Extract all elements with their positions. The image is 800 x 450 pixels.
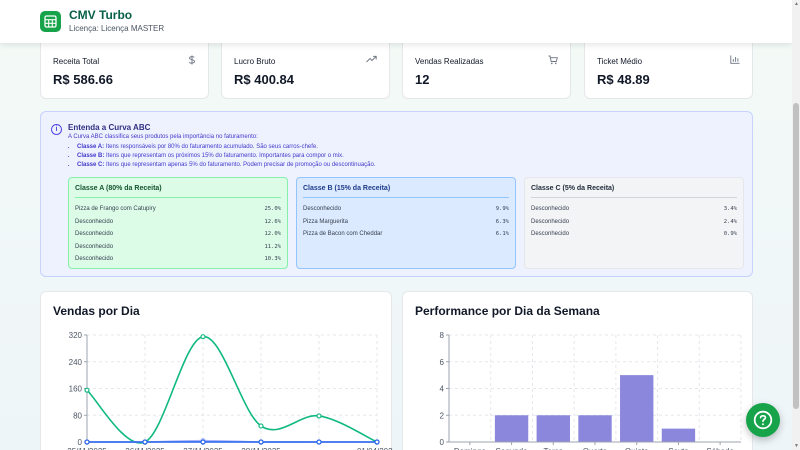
abc-info-box: i Entenda a Curva ABC A Curva ABC classi… xyxy=(40,111,753,277)
scroll-down-arrow[interactable]: ▼ xyxy=(794,443,799,449)
class-row: Desconhecido 11.2% xyxy=(75,243,281,250)
class-row: Desconhecido 12.0% xyxy=(75,231,281,237)
data-point xyxy=(258,439,264,445)
class-row: Desconhecido 2.4% xyxy=(531,218,737,225)
stat-card-receita: Receita Total R$ 586.66 xyxy=(40,36,209,99)
stat-value: 12 xyxy=(415,72,430,87)
bar-quarta xyxy=(578,415,612,442)
data-point xyxy=(374,439,380,445)
y-tick-label: 160 xyxy=(69,385,83,394)
stat-label: Vendas Realizadas xyxy=(415,57,484,66)
data-point xyxy=(200,334,206,340)
bar-sexta xyxy=(661,428,696,442)
dollar-icon xyxy=(188,55,196,67)
stat-label: Lucro Bruto xyxy=(234,57,276,66)
divider xyxy=(531,197,737,198)
abc-bullet: Classe A: Itens responsáveis por 80% do … xyxy=(77,143,376,152)
license-label: Licença: Licença MASTER xyxy=(69,24,165,33)
abc-description: A Curva ABC classifica seus produtos pel… xyxy=(68,134,258,140)
stat-card-ticket: Ticket Médio R$ 48.89 xyxy=(584,36,753,99)
divider xyxy=(303,197,509,198)
class-row: Desconhecido 10.3% xyxy=(75,256,281,262)
chart-card-vendas-dia: Vendas por Dia 08016024032025/11/202526/… xyxy=(40,291,393,450)
app-name: CMV Turbo xyxy=(69,8,133,22)
data-point xyxy=(84,439,90,445)
app-header: CMV Turbo Licença: Licença MASTER xyxy=(0,0,792,43)
spreadsheet-icon xyxy=(40,11,61,32)
help-icon xyxy=(753,410,773,430)
bar-chart: 02468DomingoSegundaTerçaQuartaQuintaSext… xyxy=(440,331,742,450)
bar-chart-icon xyxy=(730,55,740,66)
class-title: Classe A (80% da Receita) xyxy=(75,185,162,192)
stat-value: R$ 400.84 xyxy=(234,72,294,87)
abc-bullet: Classe C: Itens que representam apenas 5… xyxy=(77,161,376,170)
class-title: Classe C (5% da Receita) xyxy=(531,185,615,192)
stat-label: Ticket Médio xyxy=(597,57,643,66)
y-tick-label: 0 xyxy=(440,438,445,447)
stat-label: Receita Total xyxy=(53,57,100,66)
abc-bullet: Classe B: Itens que representam os próxi… xyxy=(77,152,376,161)
data-point xyxy=(258,423,264,429)
stat-card-lucro: Lucro Bruto R$ 400.84 xyxy=(221,36,390,99)
class-row: Pizza de Bacon com Cheddar 6.1% xyxy=(303,231,509,237)
class-row: Desconhecido 0.9% xyxy=(531,231,737,237)
chart-card-dia-semana: Performance por Dia da Semana 02468Domin… xyxy=(402,291,753,450)
class-row: Pizza Marguerita 6.3% xyxy=(303,218,509,225)
y-tick-label: 320 xyxy=(69,331,83,340)
class-row: Desconhecido 12.6% xyxy=(75,218,281,225)
info-icon: i xyxy=(51,124,62,135)
y-tick-label: 0 xyxy=(78,438,83,447)
scroll-thumb[interactable] xyxy=(793,103,799,409)
line-chart: 08016024032025/11/202526/11/202527/11/20… xyxy=(67,331,393,450)
data-point xyxy=(84,387,90,393)
class-c-panel: Classe C (5% da Receita) Desconhecido 3.4… xyxy=(524,177,744,269)
class-a-panel: Classe A (80% da Receita) Pizza de Frang… xyxy=(68,177,288,269)
abc-title: Entenda a Curva ABC xyxy=(68,123,151,132)
page-scrollbar[interactable]: ▲ ▼ xyxy=(792,0,800,450)
bar-terça xyxy=(536,415,570,442)
stat-value: R$ 48.89 xyxy=(597,72,650,87)
stat-value: R$ 586.66 xyxy=(53,72,113,87)
help-button[interactable] xyxy=(746,403,780,437)
stat-card-vendas: Vendas Realizadas 12 xyxy=(402,36,571,99)
y-tick-label: 240 xyxy=(69,358,83,367)
cart-icon xyxy=(548,55,558,67)
bar-quinta xyxy=(620,375,654,442)
series-line-0 xyxy=(86,335,378,444)
class-b-panel: Classe B (15% da Receita) Desconhecido 9.… xyxy=(296,177,516,269)
bar-segunda xyxy=(494,415,529,442)
y-tick-label: 80 xyxy=(73,411,82,420)
y-tick-label: 2 xyxy=(440,411,445,420)
divider xyxy=(75,197,281,198)
data-point xyxy=(316,413,322,419)
scroll-up-arrow[interactable]: ▲ xyxy=(794,1,799,7)
brand: CMV Turbo Licença: Licença MASTER xyxy=(69,9,164,34)
y-tick-label: 4 xyxy=(440,385,445,394)
data-point xyxy=(200,439,206,445)
class-row: Desconhecido 3.4% xyxy=(531,206,737,212)
data-point xyxy=(316,439,322,445)
data-point xyxy=(142,439,148,445)
y-tick-label: 8 xyxy=(440,331,445,340)
y-tick-label: 6 xyxy=(440,358,445,367)
class-row: Desconhecido 9.9% xyxy=(303,206,509,212)
class-row: Pizza de Frango com Catupiry 25.0% xyxy=(75,206,281,212)
trend-up-icon xyxy=(366,55,377,65)
abc-bullets: Classe A: Itens responsáveis por 80% do … xyxy=(77,143,376,170)
class-title: Classe B (15% da Receita) xyxy=(303,185,391,192)
